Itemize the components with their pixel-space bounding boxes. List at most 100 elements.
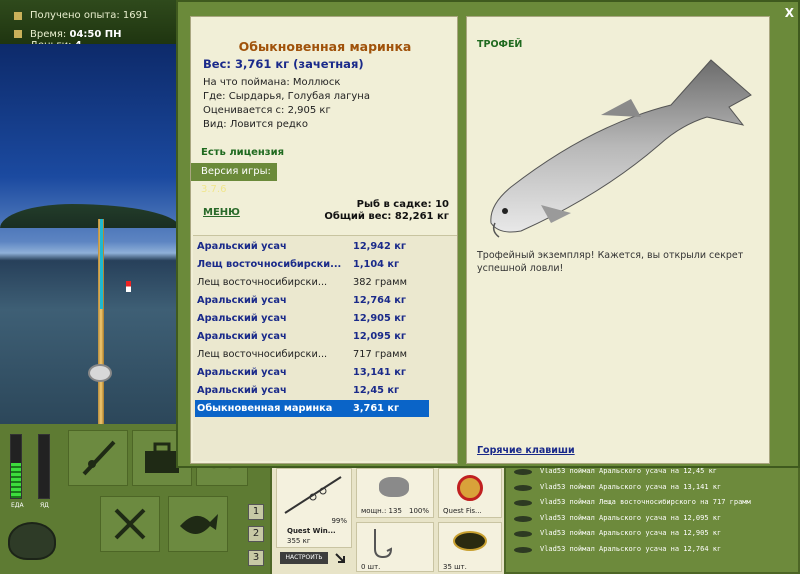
catch-row[interactable]: Аральский усач 12,764 кг bbox=[195, 292, 429, 309]
catch-fish-weight: 12,905 кг bbox=[353, 313, 406, 324]
fish-catch-icon[interactable] bbox=[168, 496, 228, 552]
catch-fish-name: Аральский усач bbox=[197, 313, 287, 324]
food-cutlery-icon[interactable] bbox=[100, 496, 160, 552]
catch-fish-name: Лещ восточносибирски... bbox=[197, 277, 328, 288]
expand-arrow-icon[interactable] bbox=[334, 552, 346, 564]
hotkeys-link[interactable]: Горячие клавиши bbox=[477, 445, 575, 456]
slot-1-button[interactable]: 1 bbox=[248, 504, 264, 520]
setup-button[interactable]: НАСТРОИТЬ bbox=[280, 552, 328, 564]
catch-fish-name: Аральский усач bbox=[197, 331, 287, 342]
rod-icon bbox=[284, 476, 342, 514]
catch-fish-weight: 382 грамм bbox=[353, 277, 407, 288]
catch-row[interactable]: Аральский усач 13,141 кг bbox=[195, 364, 429, 381]
trophy-label: ТРОФЕЙ bbox=[477, 39, 523, 50]
menu-link[interactable]: МЕНЮ bbox=[203, 207, 240, 218]
location-text: Где: Сырдарья, Голубая лагуна bbox=[203, 91, 370, 102]
bait-slot[interactable]: 35 шт. bbox=[438, 522, 502, 572]
catch-fish-weight: 13,141 кг bbox=[353, 367, 406, 378]
valued-from-text: Оценивается с: 2,905 кг bbox=[203, 105, 331, 116]
rod-tip bbox=[100, 219, 103, 309]
catch-fish-weight: 3,761 кг bbox=[353, 403, 400, 414]
poison-label: ЯД bbox=[40, 502, 49, 509]
catch-row[interactable]: Аральский усач 12,942 кг bbox=[195, 238, 429, 255]
catch-fish-weight: 12,095 кг bbox=[353, 331, 406, 342]
catch-fish-name: Лещ восточносибирски... bbox=[197, 259, 342, 270]
catch-fish-name: Лещ восточносибирски... bbox=[197, 349, 328, 360]
chat-line: Vlad53 поймал Леща восточносибирского на… bbox=[506, 495, 798, 511]
chat-line: Vlad53 поймал Аральского усача на 13,141… bbox=[506, 480, 798, 496]
catch-row[interactable]: Аральский усач 12,45 кг bbox=[195, 382, 429, 399]
version-label: Версия игры: bbox=[201, 166, 271, 177]
rod-weight: 355 кг bbox=[287, 537, 311, 545]
fish-icon bbox=[514, 500, 532, 507]
catch-fish-weight: 1,104 кг bbox=[353, 259, 400, 270]
chat-line: Vlad53 поймал Аральского усача на 12,764… bbox=[506, 542, 798, 558]
line-spool-icon bbox=[457, 475, 483, 501]
fishing-scene[interactable] bbox=[0, 44, 180, 424]
food-gauge bbox=[10, 434, 22, 499]
slot-2-button[interactable]: 2 bbox=[248, 526, 264, 542]
time-marker bbox=[14, 30, 22, 38]
catch-row[interactable]: Лещ восточносибирски... 1,104 кг bbox=[195, 256, 429, 273]
close-button[interactable]: X bbox=[785, 6, 794, 20]
reel-percent: 100% bbox=[408, 507, 429, 515]
chat-log[interactable]: Vlad53 поймал Аральского усача на 12,45 … bbox=[504, 462, 800, 574]
catch-fish-weight: 717 грамм bbox=[353, 349, 407, 360]
fish-name: Обыкновенная маринка bbox=[238, 39, 412, 54]
reel-slot[interactable]: мощн.: 135 100% bbox=[356, 468, 434, 518]
bait-count: 35 шт. bbox=[443, 563, 467, 571]
catch-fish-name: Аральский усач bbox=[197, 367, 287, 378]
chat-text: Vlad53 поймал Аральского усача на 12,905… bbox=[540, 529, 722, 538]
rod-percent: 99% bbox=[331, 517, 347, 525]
marinka-fish-image bbox=[490, 59, 752, 238]
rarity-text: Вид: Ловится редко bbox=[203, 119, 308, 130]
catch-fish-weight: 12,942 кг bbox=[353, 241, 406, 252]
catch-row[interactable]: Лещ восточносибирски... 382 грамм bbox=[195, 274, 429, 291]
trophy-panel: ТРОФЕЙ Трофейный экземпляр! Кажется, вы … bbox=[466, 16, 770, 464]
trophy-message: Трофейный экземпляр! Кажется, вы открыли… bbox=[477, 250, 744, 274]
xp-marker bbox=[14, 12, 22, 20]
catch-fish-name: Обыкновенная маринка bbox=[197, 403, 333, 414]
caught-on-text: На что поймана: Моллюск bbox=[203, 77, 341, 88]
chat-text: Vlad53 поймал Аральского усача на 12,095… bbox=[540, 513, 722, 522]
mollusk-bait-icon bbox=[453, 531, 487, 551]
rod-slot[interactable]: 99% Quest Win... 355 кг bbox=[276, 468, 352, 548]
shore-trees bbox=[0, 204, 180, 228]
chat-text: Vlad53 поймал Леща восточносибирского на… bbox=[540, 498, 751, 507]
chat-line: Vlad53 поймал Аральского усача на 12,905… bbox=[506, 526, 798, 542]
chat-text: Vlad53 поймал Аральского усача на 13,141… bbox=[540, 482, 722, 491]
keepnet-summary: Рыб в садке: 10 Общий вес: 82,261 кг bbox=[324, 199, 449, 223]
time-value: 04:50 ПН bbox=[69, 29, 122, 40]
food-label: ЕДА bbox=[11, 502, 24, 509]
tackle-panel: 99% Quest Win... 355 кг НАСТРОИТЬ мощн.:… bbox=[270, 466, 504, 574]
hook-slot[interactable]: 0 шт. bbox=[356, 522, 434, 572]
catch-list[interactable]: Аральский усач 12,942 кг Лещ восточносибир… bbox=[193, 235, 457, 461]
catch-row[interactable]: Аральский усач 12,905 кг bbox=[195, 310, 429, 327]
cauldron-icon[interactable] bbox=[8, 522, 56, 560]
catch-row[interactable]: Лещ восточносибирски... 717 грамм bbox=[195, 346, 429, 363]
chat-text: Vlad53 поймал Аральского усача на 12,764… bbox=[540, 544, 722, 553]
time-label: Время: bbox=[30, 29, 67, 40]
experience-text: Получено опыта: 1691 bbox=[30, 10, 149, 21]
food-gauge-fill bbox=[11, 463, 21, 498]
fish-icon bbox=[514, 484, 532, 491]
fish-icon bbox=[514, 531, 532, 538]
reel-icon bbox=[88, 364, 112, 382]
rod-tackle-icon[interactable] bbox=[68, 430, 128, 486]
catch-fish-weight: 12,764 кг bbox=[353, 295, 406, 306]
fish-icon bbox=[514, 469, 532, 475]
catch-fish-weight: 12,45 кг bbox=[353, 385, 400, 396]
reel-power: мощн.: 135 bbox=[361, 507, 402, 515]
slot-3-button[interactable]: 3 bbox=[248, 550, 264, 566]
fish-icon bbox=[514, 546, 532, 553]
catch-row[interactable]: Аральский усач 12,095 кг bbox=[195, 328, 429, 345]
total-weight: Общий вес: 82,261 кг bbox=[324, 211, 449, 222]
fish-count: Рыб в садке: 10 bbox=[356, 199, 449, 210]
line-slot[interactable]: Quest Fis... bbox=[438, 468, 502, 518]
reel-slot-icon bbox=[379, 477, 409, 497]
catch-fish-name: Аральский усач bbox=[197, 385, 287, 396]
game-version: Версия игры: 3.7.6 bbox=[191, 163, 277, 195]
chat-line: Vlad53 поймал Аральского усача на 12,095… bbox=[506, 511, 798, 527]
license-status: Есть лицензия bbox=[201, 147, 285, 158]
catch-row[interactable]: Обыкновенная маринка 3,761 кг bbox=[195, 400, 429, 417]
